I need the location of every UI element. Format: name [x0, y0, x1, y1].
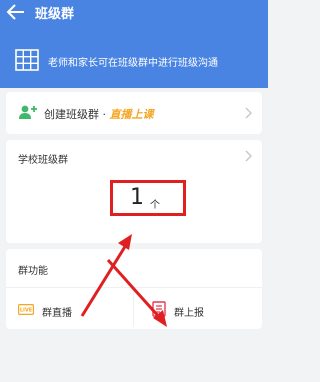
page-title: 班级群: [35, 7, 75, 22]
group-functions-card: 群功能 LIVE 群直播 群上报: [6, 249, 262, 329]
live-class-highlight: 直播上课: [109, 108, 154, 121]
school-class-groups-card[interactable]: 学校班级群 1 个: [6, 140, 262, 243]
grid-icon: [15, 49, 39, 71]
back-arrow-icon[interactable]: [6, 3, 26, 21]
group-report-label: 群上报: [174, 308, 204, 319]
annotation-highlight-box: [110, 180, 186, 216]
live-icon: LIVE: [18, 304, 34, 315]
header-description: 老师和家长可在班级群中进行班级沟通: [48, 58, 218, 69]
divider: [133, 291, 134, 327]
add-user-icon: [19, 105, 37, 119]
chevron-right-icon: [245, 107, 252, 119]
svg-text:LIVE: LIVE: [20, 308, 33, 314]
group-live-label: 群直播: [42, 308, 72, 319]
group-count-unit: 个: [150, 200, 160, 211]
group-live-button[interactable]: LIVE 群直播: [6, 293, 126, 325]
create-group-label: 创建班级群 · 直播上课: [44, 106, 154, 122]
separator-dot: ·: [102, 108, 107, 121]
create-group-text: 创建班级群: [44, 108, 99, 121]
top-header: 班级群 老师和家长可在班级群中进行班级沟通: [0, 0, 268, 88]
school-groups-label: 学校班级群: [18, 155, 68, 166]
group-report-button[interactable]: 群上报: [136, 293, 256, 325]
create-class-group-row[interactable]: 创建班级群 · 直播上课: [6, 92, 262, 134]
group-count: 1: [130, 185, 144, 210]
functions-title: 群功能: [18, 266, 48, 277]
report-icon: [152, 301, 166, 317]
divider: [6, 287, 262, 288]
chevron-right-icon: [245, 150, 252, 162]
